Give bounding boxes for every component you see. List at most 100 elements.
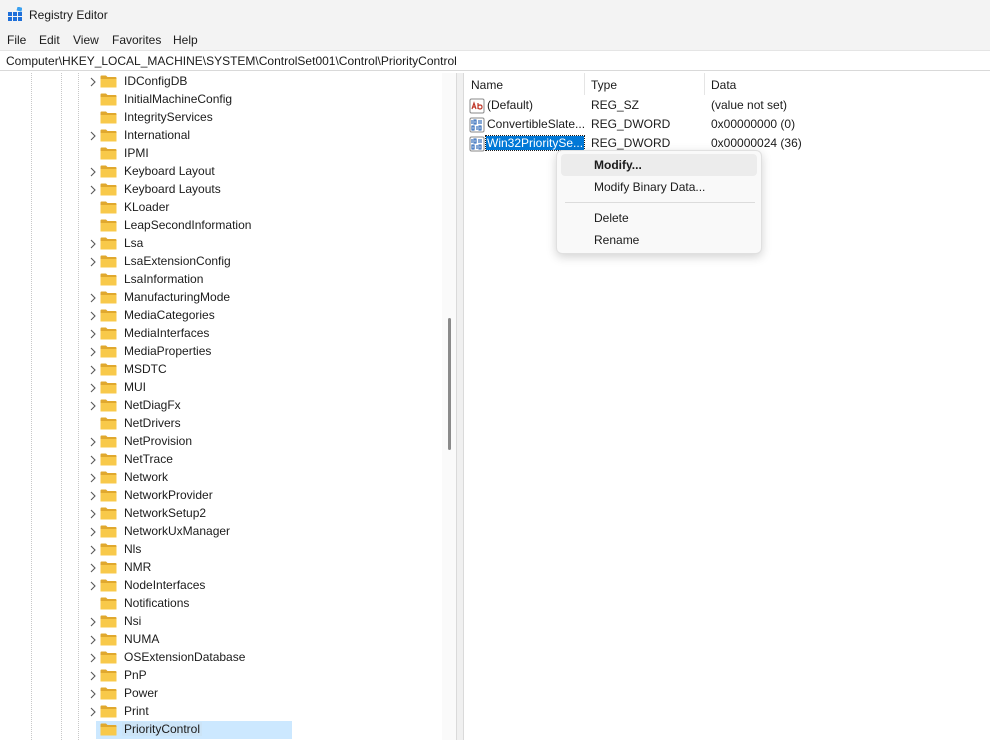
folder-icon — [100, 183, 117, 196]
chevron-right-icon[interactable] — [88, 401, 98, 411]
chevron-right-icon[interactable] — [88, 635, 98, 645]
tree-item[interactable]: Keyboard Layouts — [88, 181, 428, 199]
tree-item[interactable]: MediaProperties — [88, 343, 428, 361]
chevron-right-icon[interactable] — [88, 653, 98, 663]
chevron-right-icon[interactable] — [88, 293, 98, 303]
column-divider[interactable] — [704, 73, 705, 95]
tree-item[interactable]: NetworkProvider — [88, 487, 428, 505]
dword-value-icon — [469, 136, 485, 152]
chevron-right-icon[interactable] — [88, 473, 98, 483]
folder-icon — [100, 453, 117, 466]
value-row[interactable]: ConvertibleSlate... REG_DWORD 0x00000000 (… — [464, 116, 990, 134]
menu-item-modify[interactable]: Modify... — [561, 154, 757, 176]
tree-item[interactable]: NetProvision — [88, 433, 428, 451]
menu-item-delete[interactable]: Delete — [561, 207, 757, 229]
chevron-right-icon[interactable] — [88, 509, 98, 519]
chevron-right-icon[interactable] — [88, 671, 98, 681]
chevron-right-icon[interactable] — [88, 527, 98, 537]
column-header-data[interactable]: Data — [711, 78, 736, 92]
column-header-type[interactable]: Type — [591, 78, 617, 92]
chevron-right-icon[interactable] — [88, 239, 98, 249]
menu-favorites[interactable]: Favorites — [112, 33, 161, 47]
pane-splitter[interactable] — [456, 73, 464, 740]
column-divider[interactable] — [584, 73, 585, 95]
tree-item[interactable]: NetDiagFx — [88, 397, 428, 415]
tree-item[interactable]: PriorityControl — [88, 721, 428, 739]
tree-item[interactable]: PnP — [88, 667, 428, 685]
chevron-right-icon[interactable] — [88, 257, 98, 267]
menu-file[interactable]: File — [7, 33, 26, 47]
chevron-right-icon[interactable] — [88, 383, 98, 393]
chevron-right-icon[interactable] — [88, 491, 98, 501]
chevron-right-icon[interactable] — [88, 707, 98, 717]
menu-item-rename[interactable]: Rename — [561, 229, 757, 251]
tree-item[interactable]: MSDTC — [88, 361, 428, 379]
tree-item[interactable]: Power — [88, 685, 428, 703]
chevron-right-icon[interactable] — [88, 563, 98, 573]
tree-item[interactable]: NetworkUxManager — [88, 523, 428, 541]
tree-item[interactable]: Notifications — [88, 595, 428, 613]
tree-item[interactable]: LsaExtensionConfig — [88, 253, 428, 271]
tree-item-label: Lsa — [124, 236, 144, 250]
tree-item[interactable]: IDConfigDB — [88, 73, 428, 91]
tree-item-label: Print — [124, 704, 149, 718]
tree-item[interactable]: NetDrivers — [88, 415, 428, 433]
tree-item[interactable]: International — [88, 127, 428, 145]
tree-item[interactable]: InitialMachineConfig — [88, 91, 428, 109]
tree-item[interactable]: NetworkSetup2 — [88, 505, 428, 523]
tree-item-label: NetworkProvider — [124, 488, 213, 502]
chevron-right-icon[interactable] — [88, 689, 98, 699]
chevron-right-icon[interactable] — [88, 77, 98, 87]
menu-edit[interactable]: Edit — [39, 33, 60, 47]
chevron-right-icon[interactable] — [88, 617, 98, 627]
tree-item[interactable]: Lsa — [88, 235, 428, 253]
tree-item[interactable]: NetTrace — [88, 451, 428, 469]
tree-item[interactable]: LeapSecondInformation — [88, 217, 428, 235]
folder-icon — [100, 309, 117, 322]
tree-item[interactable]: ManufacturingMode — [88, 289, 428, 307]
tree-item[interactable]: LsaInformation — [88, 271, 428, 289]
chevron-right-icon[interactable] — [88, 347, 98, 357]
chevron-right-icon[interactable] — [88, 329, 98, 339]
chevron-right-icon[interactable] — [88, 311, 98, 321]
tree-item[interactable]: MediaInterfaces — [88, 325, 428, 343]
folder-icon — [100, 615, 117, 628]
chevron-right-icon[interactable] — [88, 437, 98, 447]
address-path[interactable]: Computer\HKEY_LOCAL_MACHINE\SYSTEM\Contr… — [6, 54, 457, 68]
tree-item[interactable]: MediaCategories — [88, 307, 428, 325]
tree-guide-line — [78, 73, 79, 740]
chevron-right-icon[interactable] — [88, 167, 98, 177]
tree-item[interactable]: NMR — [88, 559, 428, 577]
tree-scrollbar-thumb[interactable] — [448, 318, 451, 450]
tree-item[interactable]: Network — [88, 469, 428, 487]
address-bar[interactable]: Computer\HKEY_LOCAL_MACHINE\SYSTEM\Contr… — [0, 50, 990, 71]
tree-item[interactable]: Print — [88, 703, 428, 721]
menu-item-modify-binary-data[interactable]: Modify Binary Data... — [561, 176, 757, 198]
tree-item[interactable]: OSExtensionDatabase — [88, 649, 428, 667]
tree-item[interactable]: Keyboard Layout — [88, 163, 428, 181]
chevron-right-icon[interactable] — [88, 365, 98, 375]
key-tree-pane[interactable]: IDConfigDB InitialMachineConfig IntegrityS… — [0, 73, 456, 740]
tree-item-label: IntegrityServices — [124, 110, 213, 124]
tree-item[interactable]: NUMA — [88, 631, 428, 649]
chevron-right-icon[interactable] — [88, 455, 98, 465]
column-header-name[interactable]: Name — [471, 78, 503, 92]
tree-item[interactable]: IntegrityServices — [88, 109, 428, 127]
tree-item[interactable]: NodeInterfaces — [88, 577, 428, 595]
tree-item-label: Keyboard Layout — [124, 164, 215, 178]
tree-item[interactable]: Nls — [88, 541, 428, 559]
folder-icon — [100, 597, 117, 610]
tree-item[interactable]: MUI — [88, 379, 428, 397]
folder-icon — [100, 471, 117, 484]
tree-item[interactable]: Nsi — [88, 613, 428, 631]
tree-item[interactable]: IPMI — [88, 145, 428, 163]
chevron-right-icon[interactable] — [88, 581, 98, 591]
chevron-right-icon[interactable] — [88, 131, 98, 141]
menu-view[interactable]: View — [73, 33, 99, 47]
value-data: 0x00000000 (0) — [711, 117, 796, 131]
chevron-right-icon[interactable] — [88, 185, 98, 195]
value-row[interactable]: (Default) REG_SZ (value not set) — [464, 97, 990, 115]
tree-item[interactable]: KLoader — [88, 199, 428, 217]
menu-help[interactable]: Help — [173, 33, 198, 47]
chevron-right-icon[interactable] — [88, 545, 98, 555]
